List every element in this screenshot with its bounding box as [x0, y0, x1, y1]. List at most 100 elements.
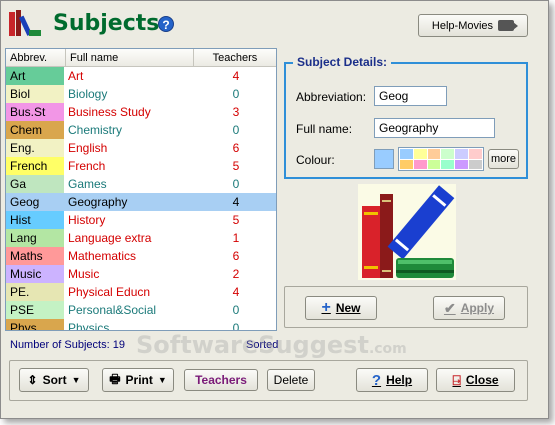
subject-fullname: Language extra	[68, 231, 152, 245]
subject-fullname: Mathematics	[68, 249, 137, 263]
subject-teacher-count: 2	[232, 267, 240, 281]
watermark-suffix: .com	[368, 341, 407, 357]
help-label: Help	[386, 373, 413, 387]
subjects-window: Subjects ? Help-Movies Abbrev. Full name…	[0, 0, 549, 419]
delete-button[interactable]: Delete	[267, 369, 315, 391]
chevron-down-icon: ▼	[157, 375, 167, 385]
table-row[interactable]: PE. Physical Educn 4	[6, 283, 276, 301]
subject-abbrev: PE.	[6, 283, 64, 301]
palette-colour-swatch[interactable]	[469, 149, 482, 159]
help-movies-label: Help-Movies	[431, 19, 494, 32]
exit-door-icon: ⍈	[452, 371, 461, 388]
help-question-icon[interactable]: ?	[158, 16, 174, 32]
palette-colour-swatch[interactable]	[441, 159, 455, 169]
table-row[interactable]: Chem Chemistry 0	[6, 121, 276, 139]
subject-teacher-count: 5	[232, 213, 240, 227]
close-label: Close	[465, 373, 499, 387]
table-row[interactable]: Music Music 2	[6, 265, 276, 283]
table-row[interactable]: Eng. English 6	[6, 139, 276, 157]
subject-fullname: French	[68, 159, 106, 173]
new-button[interactable]: + New	[305, 296, 377, 320]
colour-swatch[interactable]	[374, 149, 394, 169]
subject-abbrev: Music	[6, 265, 64, 283]
palette-colour-swatch[interactable]	[400, 149, 413, 159]
subjects-table[interactable]: Abbrev. Full name Teachers Art Art 4 Biol Bi…	[5, 48, 277, 331]
print-label: Print	[125, 373, 153, 387]
movie-camera-icon	[498, 20, 519, 31]
column-header-abbrev[interactable]: Abbrev.	[6, 49, 66, 67]
palette-colour-swatch[interactable]	[455, 159, 469, 169]
subject-abbrev: Chem	[6, 121, 64, 139]
subject-abbrev: Eng.	[6, 139, 64, 157]
palette-colour-swatch[interactable]	[413, 159, 427, 169]
subject-teacher-count: 0	[232, 321, 240, 331]
table-row[interactable]: Lang Language extra 1	[6, 229, 276, 247]
printer-icon: 🖶	[109, 371, 121, 386]
subject-abbrev: Ga	[6, 175, 64, 193]
subject-teacher-count: 6	[232, 249, 240, 263]
table-row[interactable]: Bus.St Business Study 3	[6, 103, 276, 121]
table-row[interactable]: PSE Personal&Social 0	[6, 301, 276, 319]
table-row[interactable]: Geog Geography 4	[6, 193, 276, 211]
subject-abbrev: Phys	[6, 319, 64, 330]
subject-abbrev: French	[6, 157, 64, 175]
close-button[interactable]: ⍈ Close	[436, 368, 515, 392]
table-row[interactable]: Maths Mathematics 6	[6, 247, 276, 265]
palette-colour-swatch[interactable]	[455, 149, 469, 159]
subject-teacher-count: 4	[232, 69, 240, 83]
subject-teacher-count: 0	[232, 177, 240, 191]
teachers-button[interactable]: Teachers	[184, 369, 258, 391]
colour-label: Colour:	[296, 153, 335, 167]
subject-fullname: Chemistry	[68, 123, 123, 137]
subject-fullname: Games	[68, 177, 107, 191]
table-header: Abbrev. Full name Teachers	[6, 49, 276, 67]
table-body: Art Art 4 Biol Biology 0 Bus.St Business Study 3…	[6, 67, 276, 331]
palette-colour-swatch[interactable]	[427, 149, 441, 159]
subject-abbrev: PSE	[6, 301, 64, 319]
sort-button[interactable]: ⇕ Sort ▼	[19, 368, 89, 392]
new-label: New	[335, 301, 361, 315]
subject-fullname: Business Study	[68, 105, 151, 119]
palette-colour-swatch[interactable]	[400, 159, 413, 169]
subject-abbrev: Hist	[6, 211, 64, 229]
apply-button[interactable]: ✔ Apply	[433, 296, 505, 320]
table-row[interactable]: Art Art 4	[6, 67, 276, 85]
subject-fullname: English	[68, 141, 108, 155]
more-colours-button[interactable]: more	[488, 149, 519, 169]
fullname-field[interactable]: Geography	[374, 118, 495, 138]
apply-label: Apply	[460, 301, 495, 315]
abbreviation-label: Abbreviation:	[296, 90, 367, 104]
subject-teacher-count: 0	[232, 87, 240, 101]
column-header-teachers[interactable]: Teachers	[194, 49, 276, 67]
subject-teacher-count: 4	[232, 195, 240, 209]
subject-abbrev: Biol	[6, 85, 64, 103]
help-movies-button[interactable]: Help-Movies	[418, 14, 528, 37]
palette-colour-swatch[interactable]	[427, 159, 441, 169]
palette-colour-swatch[interactable]	[469, 159, 482, 169]
subject-fullname: Art	[68, 69, 84, 83]
help-button[interactable]: ? Help	[356, 368, 428, 392]
table-row[interactable]: Biol Biology 0	[6, 85, 276, 103]
print-button[interactable]: 🖶 Print ▼	[102, 368, 174, 392]
column-header-fullname[interactable]: Full name	[66, 49, 194, 67]
subject-teacher-count: 0	[232, 123, 240, 137]
subject-abbrev: Bus.St	[6, 103, 64, 121]
subject-details-legend: Subject Details:	[293, 55, 392, 69]
table-row[interactable]: Phys Physics 0	[6, 319, 276, 331]
sorted-status: Sorted	[246, 339, 279, 351]
page-title: Subjects	[53, 11, 160, 36]
chevron-down-icon: ▼	[71, 375, 81, 385]
colour-palette[interactable]	[398, 147, 484, 171]
palette-colour-swatch[interactable]	[441, 149, 455, 159]
subject-fullname: Music	[68, 267, 100, 281]
question-mark-icon: ?	[371, 371, 382, 389]
table-row[interactable]: Ga Games 0	[6, 175, 276, 193]
palette-colour-swatch[interactable]	[413, 149, 427, 159]
subject-teacher-count: 6	[232, 141, 240, 155]
table-row[interactable]: Hist History 5	[6, 211, 276, 229]
abbreviation-field[interactable]: Geog	[374, 86, 447, 106]
subject-abbrev: Geog	[6, 193, 64, 211]
subject-abbrev: Lang	[6, 229, 64, 247]
plus-icon: +	[321, 299, 331, 316]
table-row[interactable]: French French 5	[6, 157, 276, 175]
